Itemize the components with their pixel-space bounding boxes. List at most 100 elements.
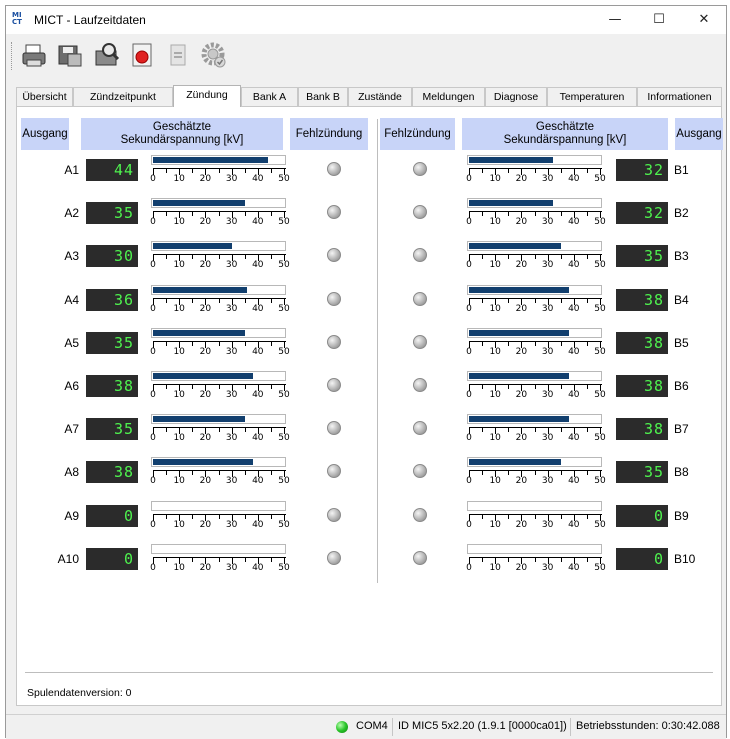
axis-tick (218, 385, 220, 389)
tick-label: 10 (489, 346, 501, 357)
maximize-button[interactable]: ☐ (637, 6, 681, 34)
axis-tick (482, 385, 484, 389)
tab-informationen[interactable]: Informationen (637, 87, 722, 106)
printer-icon[interactable] (20, 41, 48, 69)
voltage-gauge: 0 10 20 30 40 50 (466, 198, 606, 228)
tick-label: 30 (225, 217, 238, 228)
output-label-a10: A10 (57, 551, 79, 566)
tick-label: 10 (489, 562, 501, 573)
tick-label: 10 (489, 390, 501, 400)
tick-label: 40 (252, 174, 264, 184)
misfire-indicator-b5 (413, 334, 427, 349)
footer-separator (25, 672, 713, 673)
tick-label: 50 (278, 562, 290, 573)
axis-tick (192, 212, 194, 217)
voltage-bar-frame (151, 155, 286, 165)
axis-tick (166, 255, 168, 260)
axis-tick (244, 385, 246, 389)
tick-label: 30 (541, 217, 554, 228)
tick-label: 40 (252, 260, 264, 271)
voltage-display-a7: 35 (86, 418, 138, 441)
axis-tick (586, 169, 588, 173)
misfire-indicator-a2 (327, 205, 341, 220)
tab-zuendzeitpunkt[interactable]: Zündzeitpunkt (73, 87, 173, 106)
tick-label: 30 (541, 174, 554, 184)
axis-tick (482, 471, 484, 476)
main-window: MI CT MICT - Laufzeitdaten — ☐ ✕ Übersic… (5, 5, 727, 739)
voltage-gauge: 0 10 20 30 40 50 (150, 414, 290, 444)
tick-label: 10 (173, 519, 185, 530)
axis-tick (218, 471, 220, 476)
tick-label: 50 (594, 217, 606, 228)
minimize-button[interactable]: — (593, 6, 637, 34)
voltage-gauge: 0 10 20 30 40 50 (150, 284, 290, 315)
voltage-bar-frame (467, 155, 602, 165)
axis-tick (192, 341, 194, 346)
tab-temperaturen[interactable]: Temperaturen (547, 87, 637, 106)
axis-tick (508, 169, 510, 173)
tick-label: 50 (278, 303, 290, 314)
misfire-indicator-b10 (413, 550, 427, 565)
axis-tick (166, 212, 168, 217)
axis-tick (508, 557, 510, 562)
axis-tick (244, 169, 246, 173)
header-misfire-a: Fehlzündung (290, 118, 368, 150)
tick-label: 20 (199, 476, 212, 487)
output-label-b8: B8 (674, 465, 689, 480)
axis-tick (586, 428, 588, 433)
axis-tick (166, 557, 168, 562)
tick-label: 50 (278, 476, 290, 487)
voltage-bar-fill (469, 286, 569, 293)
tab-meldungen[interactable]: Meldungen (412, 87, 485, 106)
tick-label: 40 (568, 562, 580, 573)
axis-tick (192, 428, 194, 433)
axis-tick (482, 169, 484, 173)
voltage-bar-fill (153, 329, 245, 336)
output-label-a3: A3 (64, 249, 79, 264)
zoom-document-icon[interactable] (92, 41, 120, 69)
tick-label: 40 (568, 174, 580, 184)
tick-label: 10 (489, 260, 501, 271)
close-button[interactable]: ✕ (682, 6, 726, 34)
output-label-b7: B7 (674, 422, 689, 437)
tick-label: 20 (515, 217, 528, 228)
axis-tick (534, 428, 536, 433)
voltage-bar-fill (469, 416, 569, 423)
axis-tick (586, 514, 588, 519)
voltage-bar-frame (151, 500, 286, 511)
tick-label: 0 (150, 433, 156, 444)
voltage-bar-frame (151, 414, 286, 425)
tab-zuendung[interactable]: Zündung (173, 85, 241, 107)
tick-label: 20 (515, 174, 528, 184)
tick-label: 10 (489, 519, 501, 530)
tab-bank-a[interactable]: Bank A (241, 87, 298, 106)
tick-label: 0 (150, 174, 156, 184)
tab-uebersicht[interactable]: Übersicht (16, 87, 73, 106)
axis-tick (244, 557, 246, 562)
output-label-a5: A5 (64, 335, 79, 350)
axis-tick (508, 298, 510, 303)
tab-zustaende[interactable]: Zustände (348, 87, 412, 106)
output-label-b9: B9 (674, 508, 689, 523)
status-port: COM4 (356, 720, 388, 732)
tab-diagnose[interactable]: Diagnose (485, 87, 547, 106)
axis-tick (270, 557, 272, 562)
voltage-gauge: 0 10 20 30 40 50 (150, 155, 290, 185)
axis-tick (560, 341, 562, 346)
output-label-a8: A8 (64, 465, 79, 480)
tick-label: 0 (466, 303, 472, 314)
axis-tick (508, 255, 510, 260)
record-icon[interactable] (128, 41, 156, 69)
misfire-indicator-a6 (327, 378, 341, 392)
voltage-gauge: 0 10 20 30 40 50 (466, 414, 606, 444)
voltage-bar-fill (153, 200, 245, 207)
save-disk-icon[interactable] (56, 41, 84, 69)
tick-label: 10 (173, 562, 185, 573)
document-icon[interactable] (164, 41, 192, 69)
tick-label: 20 (199, 303, 212, 314)
connection-status-led (336, 721, 348, 733)
settings-gear-icon[interactable] (200, 41, 228, 69)
tab-bank-b[interactable]: Bank B (298, 87, 348, 106)
voltage-bar-fill (153, 373, 253, 379)
voltage-bar-frame (467, 457, 602, 468)
